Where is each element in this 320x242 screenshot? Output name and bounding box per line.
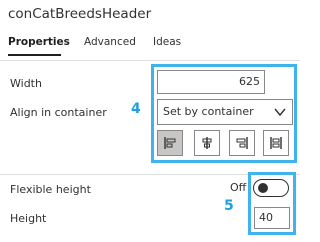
callout-number-5: 5 (224, 198, 234, 214)
chevron-down-icon (274, 108, 286, 117)
toggle-knob (258, 183, 268, 193)
tab-divider (0, 60, 300, 61)
flexible-height-state: Off (230, 181, 247, 194)
align-center-button[interactable] (194, 130, 220, 156)
tab-advanced[interactable]: Advanced (84, 36, 136, 48)
align-in-container-label: Align in container (10, 106, 107, 119)
width-input[interactable]: 625 (157, 70, 265, 94)
align-left-button[interactable] (157, 130, 183, 156)
align-stretch-icon (270, 137, 282, 149)
height-label: Height (10, 212, 47, 225)
align-dropdown[interactable]: Set by container (157, 99, 293, 125)
tab-ideas[interactable]: Ideas (153, 36, 181, 48)
callout-number-4: 4 (131, 101, 141, 117)
align-right-button[interactable] (229, 130, 255, 156)
align-center-icon (202, 137, 212, 149)
tab-bar: Properties Advanced Ideas (0, 36, 300, 60)
align-dropdown-value: Set by container (163, 105, 254, 118)
align-right-icon (236, 137, 248, 149)
control-name-title: conCatBreedsHeader (8, 6, 152, 22)
flexible-height-toggle[interactable] (253, 179, 289, 197)
width-label: Width (10, 77, 42, 90)
align-stretch-button[interactable] (263, 130, 289, 156)
active-tab-indicator (8, 54, 61, 56)
section-divider (0, 174, 300, 175)
height-input[interactable]: 40 (254, 207, 290, 229)
tab-properties[interactable]: Properties (8, 36, 70, 48)
flexible-height-label: Flexible height (10, 183, 91, 196)
align-left-icon (164, 137, 176, 149)
